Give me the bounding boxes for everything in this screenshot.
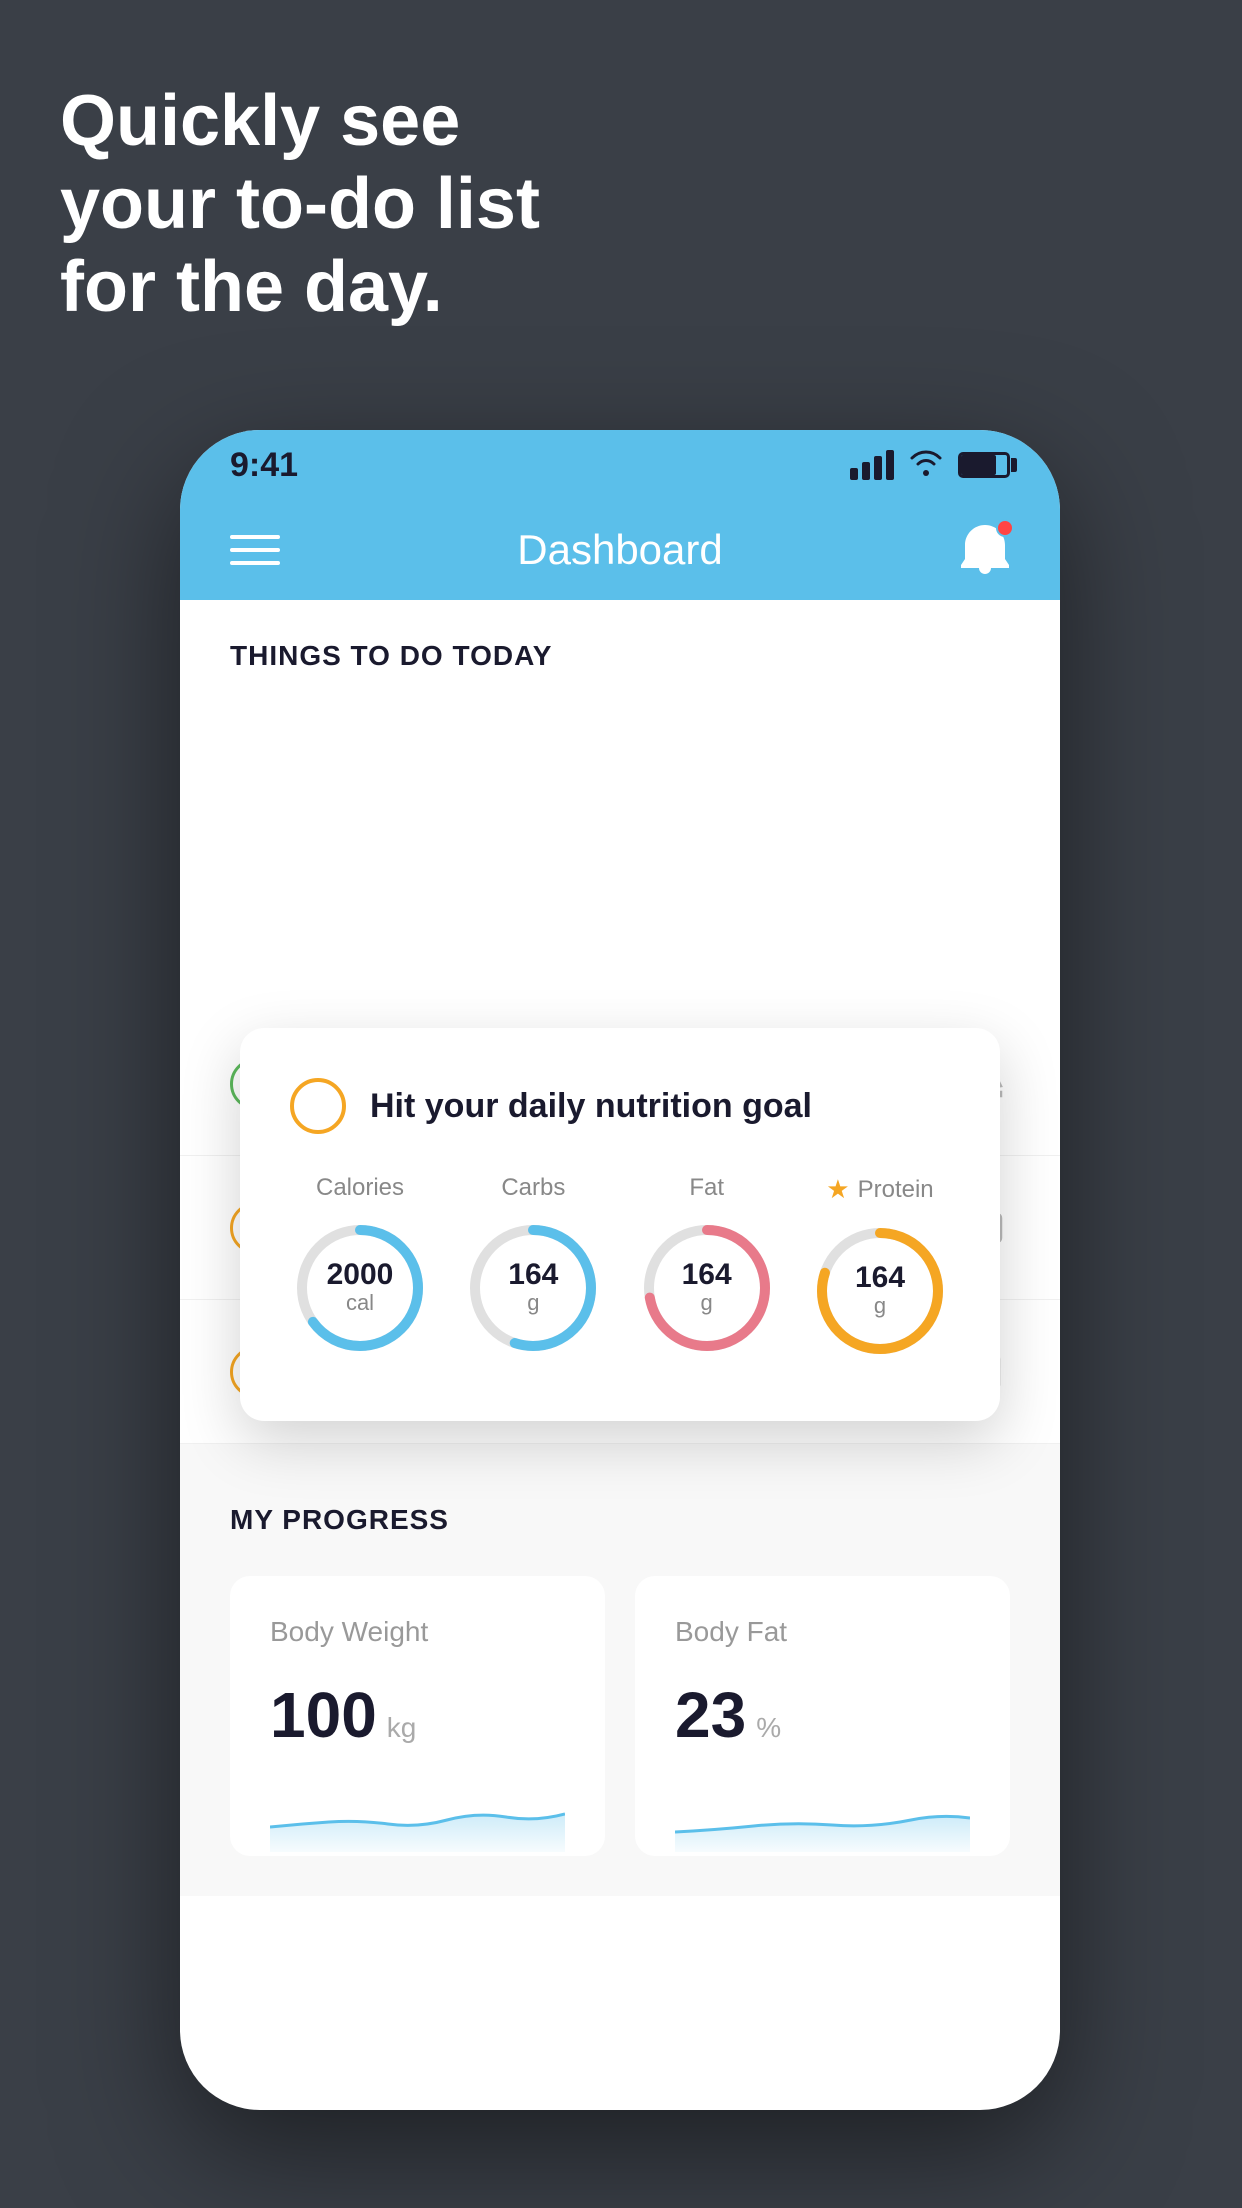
status-icons — [850, 448, 1010, 483]
star-icon: ★ — [826, 1174, 849, 1205]
hero-line2: your to-do list — [60, 163, 540, 246]
body-weight-value: 100 — [270, 1678, 377, 1752]
notification-dot — [996, 519, 1014, 537]
status-time: 9:41 — [230, 446, 298, 485]
nutrition-task-row: Hit your daily nutrition goal — [290, 1078, 950, 1134]
app-header: Dashboard — [180, 500, 1060, 600]
hero-line3: for the day. — [60, 246, 540, 329]
body-weight-value-row: 100 kg — [270, 1678, 565, 1752]
phone-mockup: 9:41 Dashboard — [180, 430, 1060, 2110]
things-today-header: THINGS TO DO TODAY — [180, 600, 1060, 692]
body-fat-value-row: 23 % — [675, 1678, 970, 1752]
body-weight-chart — [270, 1782, 565, 1852]
menu-icon[interactable] — [230, 535, 280, 565]
nutrition-carbs: Carbs 164 g — [463, 1174, 603, 1361]
body-weight-unit: kg — [387, 1712, 417, 1744]
body-fat-chart — [675, 1782, 970, 1852]
protein-ring: 164 g — [810, 1221, 950, 1361]
body-fat-label: Body Fat — [675, 1616, 970, 1648]
section-title: THINGS TO DO TODAY — [230, 640, 1010, 672]
fat-ring: 164 g — [637, 1218, 777, 1358]
nutrition-protein: ★ Protein 164 g — [810, 1174, 950, 1361]
calories-label: Calories — [316, 1174, 404, 1202]
body-fat-card: Body Fat 23 % — [635, 1576, 1010, 1856]
bell-icon[interactable] — [960, 523, 1010, 577]
carbs-ring: 164 g — [463, 1218, 603, 1358]
hero-text: Quickly see your to-do list for the day. — [60, 80, 540, 328]
protein-label: ★ Protein — [826, 1174, 933, 1205]
progress-section-title: MY PROGRESS — [230, 1504, 1010, 1536]
carbs-label: Carbs — [501, 1174, 565, 1202]
progress-cards: Body Weight 100 kg — [230, 1576, 1010, 1856]
nutrition-calories: Calories 2000 cal — [290, 1174, 430, 1361]
nutrition-card: Hit your daily nutrition goal Calories 2… — [240, 1028, 1000, 1421]
header-title: Dashboard — [517, 526, 722, 574]
fat-label: Fat — [689, 1174, 724, 1202]
body-weight-label: Body Weight — [270, 1616, 565, 1648]
progress-section: MY PROGRESS Body Weight 100 kg — [180, 1444, 1060, 1896]
nutrition-task-label: Hit your daily nutrition goal — [370, 1087, 812, 1126]
nutrition-checkbox[interactable] — [290, 1078, 346, 1134]
hero-line1: Quickly see — [60, 80, 540, 163]
body-weight-card: Body Weight 100 kg — [230, 1576, 605, 1856]
signal-icon — [850, 450, 894, 480]
body-fat-unit: % — [756, 1712, 781, 1744]
battery-icon — [958, 452, 1010, 478]
nutrition-fat: Fat 164 g — [637, 1174, 777, 1361]
calories-ring: 2000 cal — [290, 1218, 430, 1358]
status-bar: 9:41 — [180, 430, 1060, 500]
nutrition-circles-row: Calories 2000 cal Carbs — [290, 1174, 950, 1361]
wifi-icon — [908, 448, 944, 483]
body-fat-value: 23 — [675, 1678, 746, 1752]
